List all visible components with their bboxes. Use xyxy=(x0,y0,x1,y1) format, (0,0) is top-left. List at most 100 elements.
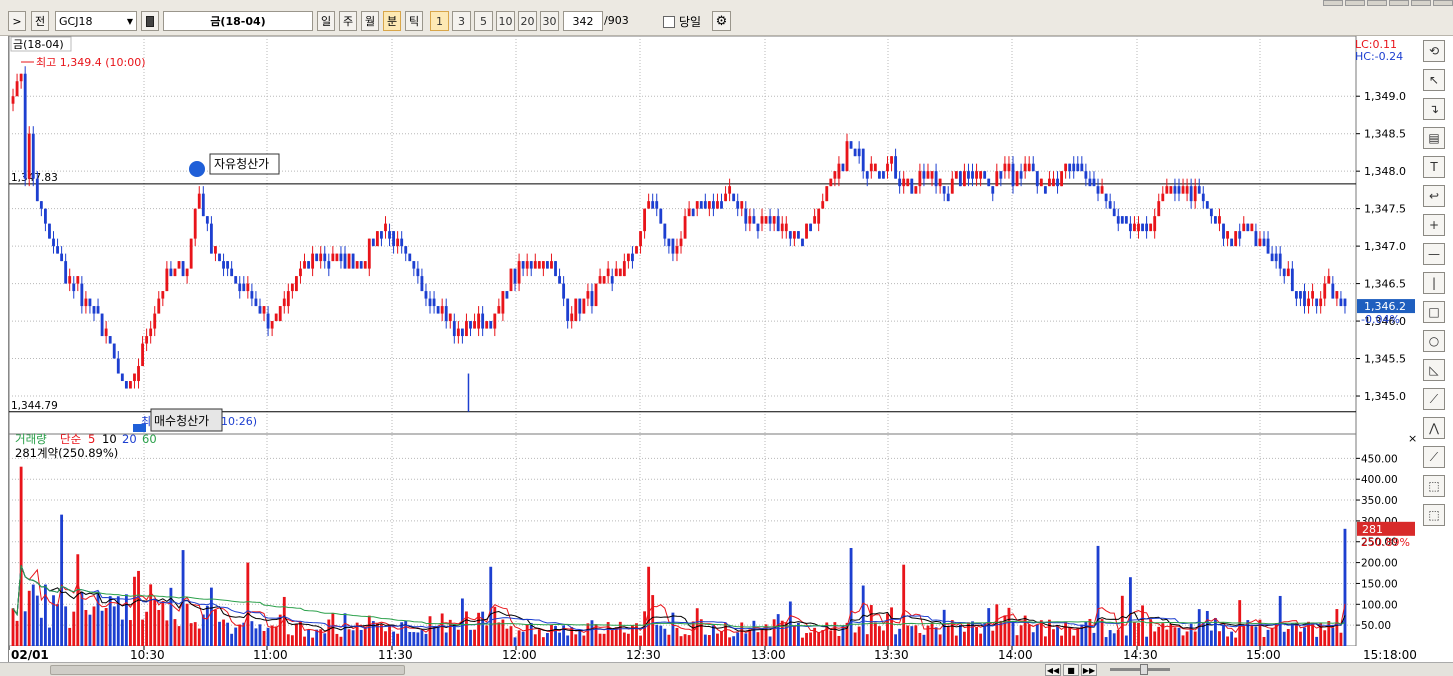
window-btn-2[interactable] xyxy=(1345,0,1365,6)
volume-bar xyxy=(262,630,266,646)
window-btn-5[interactable] xyxy=(1411,0,1431,6)
crosshair-icon[interactable]: + xyxy=(1423,214,1445,236)
checkbox-box[interactable] xyxy=(663,15,675,28)
window-btn-1[interactable] xyxy=(1323,0,1343,6)
refresh-icon[interactable]: ⟲ xyxy=(1423,40,1445,62)
interval-button-5[interactable]: 5 xyxy=(474,11,493,31)
candle-body xyxy=(554,261,557,277)
candle-body xyxy=(675,246,679,254)
candle-body xyxy=(1205,201,1209,209)
zoom-thumb[interactable] xyxy=(1140,664,1148,675)
interval-button-10[interactable]: 10 xyxy=(496,11,515,31)
volume-bar xyxy=(43,584,47,646)
interval-button-3[interactable]: 3 xyxy=(452,11,471,31)
chart-area[interactable]: 1,349.0 1,348.5 1,348.0 1,347.5 1,347.0 1,346… xyxy=(8,35,1419,662)
symbol-name-field: 금(18-04) xyxy=(163,11,313,31)
scroll-thumb[interactable] xyxy=(50,665,405,675)
candle-body xyxy=(205,216,209,224)
candle-body xyxy=(1282,268,1286,277)
interval-button-20[interactable]: 20 xyxy=(518,11,537,31)
candle-body xyxy=(108,336,112,344)
candle-body xyxy=(1238,231,1242,239)
candle-body xyxy=(1286,268,1290,277)
interval-button-30[interactable]: 30 xyxy=(540,11,559,31)
period-button-2[interactable]: 월 xyxy=(361,11,379,31)
circle-icon[interactable]: ○ xyxy=(1423,330,1445,352)
fib-icon[interactable]: ↩ xyxy=(1423,185,1445,207)
volume-bar xyxy=(392,631,395,646)
volume-bar xyxy=(1157,626,1161,646)
candle-body xyxy=(145,336,149,344)
symbol-select[interactable]: GCJ18 ▼ xyxy=(55,11,137,31)
volume-bar xyxy=(258,624,262,646)
volume-axis-label: 100.00 xyxy=(1361,599,1398,611)
stop-button[interactable]: ■ xyxy=(1063,664,1079,676)
vline-icon[interactable]: | xyxy=(1423,272,1445,294)
candle-body xyxy=(651,201,655,209)
fan-icon[interactable]: ⋀ xyxy=(1423,417,1445,439)
period-button-0[interactable]: 일 xyxy=(317,11,335,31)
period-button-1[interactable]: 주 xyxy=(339,11,357,31)
candle-body xyxy=(1209,208,1213,217)
volume-bar xyxy=(521,631,525,646)
candle-body xyxy=(501,291,505,314)
volume-bar xyxy=(639,635,642,646)
eraser2-icon[interactable]: ⬚ xyxy=(1423,504,1445,526)
candle-body xyxy=(116,358,120,374)
window-btn-4[interactable] xyxy=(1389,0,1409,6)
rect-icon[interactable]: □ xyxy=(1423,301,1445,323)
price-axis-label: 1,348.5 xyxy=(1364,128,1406,141)
candle-body xyxy=(246,283,250,292)
candle-body xyxy=(1043,186,1047,194)
volume-bar xyxy=(1185,631,1189,646)
volume-bar xyxy=(197,628,201,646)
symbol-search-button[interactable] xyxy=(141,11,159,31)
undo-icon[interactable]: ↴ xyxy=(1423,98,1445,120)
candle-body xyxy=(485,321,489,329)
window-btn-6[interactable] xyxy=(1433,0,1453,6)
period-button-3[interactable]: 분 xyxy=(383,11,401,31)
today-checkbox[interactable]: 당일 xyxy=(663,13,701,30)
list-icon[interactable]: ▤ xyxy=(1423,127,1445,149)
trend-icon[interactable]: ⟋ xyxy=(1423,388,1445,410)
candle-body xyxy=(926,171,930,179)
rewind-button[interactable]: ◀◀ xyxy=(1045,664,1061,676)
volume-bar xyxy=(48,627,51,646)
settings-button[interactable]: ⚙ xyxy=(712,11,731,31)
candle-body xyxy=(1096,186,1100,194)
eraser-icon[interactable]: ⬚ xyxy=(1423,475,1445,497)
prev-button[interactable]: 전 xyxy=(31,11,49,31)
candle-body xyxy=(606,268,610,277)
volume-bar xyxy=(768,636,772,646)
pointer-icon[interactable]: ↖ xyxy=(1423,69,1445,91)
candle-body xyxy=(278,306,282,322)
candle-body xyxy=(979,171,983,179)
chart-svg[interactable]: 1,349.0 1,348.5 1,348.0 1,347.5 1,347.0 1,346… xyxy=(8,35,1419,662)
candle-body xyxy=(574,298,578,322)
candle-body xyxy=(983,171,987,179)
candle-body xyxy=(1048,178,1051,187)
candle-body xyxy=(375,231,379,247)
hline-icon[interactable]: — xyxy=(1423,243,1445,265)
window-btn-3[interactable] xyxy=(1367,0,1387,6)
next-button[interactable]: > xyxy=(8,11,26,31)
text-icon[interactable]: T xyxy=(1423,156,1445,178)
candle-body xyxy=(703,201,707,209)
triangle-icon[interactable]: ◺ xyxy=(1423,359,1445,381)
volume-bar xyxy=(529,622,533,646)
volume-legend-ma-10: 10 xyxy=(102,432,117,446)
candle-body xyxy=(76,276,80,284)
candle-body xyxy=(930,171,934,179)
candle-body xyxy=(153,313,157,329)
count-input[interactable]: 342 xyxy=(563,11,603,31)
candle-body xyxy=(339,253,343,262)
interval-button-1[interactable]: 1 xyxy=(430,11,449,31)
candle-body xyxy=(707,201,711,209)
volume-bar xyxy=(857,626,861,646)
period-button-4[interactable]: 틱 xyxy=(405,11,423,31)
volume-bar xyxy=(1335,609,1339,646)
forward-button[interactable]: ▶▶ xyxy=(1081,664,1097,676)
horizontal-scrollbar[interactable]: ◀◀ ■ ▶▶ xyxy=(0,662,1453,676)
candle-body xyxy=(1234,231,1238,247)
channel-icon[interactable]: ⟋ xyxy=(1423,446,1445,468)
